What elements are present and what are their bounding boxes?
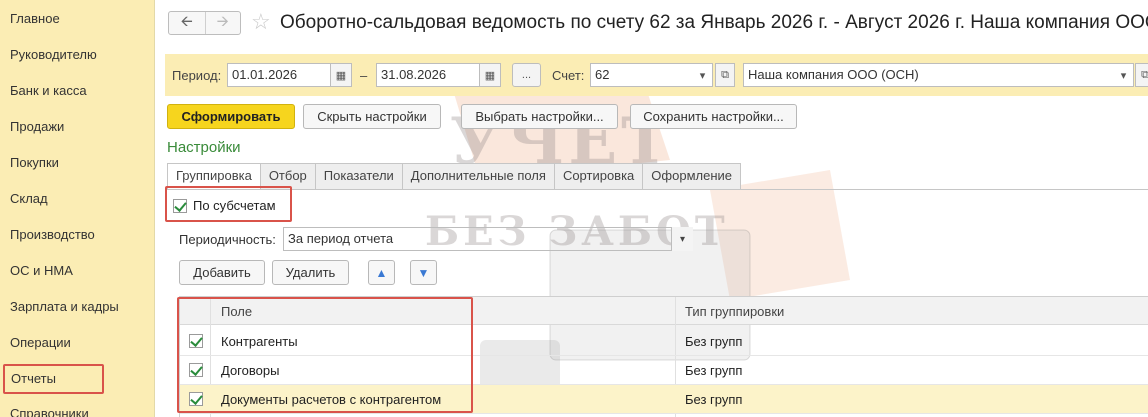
account-dropdown-icon[interactable]: ▾	[693, 63, 713, 87]
report-params-bar: Период: 01.01.2026 ▦ – 31.08.2026 ▦ ... …	[165, 54, 1148, 96]
sidebar-item-purchases[interactable]: Покупки	[10, 153, 59, 173]
arrow-down-icon: ▼	[417, 266, 430, 280]
back-arrow-icon[interactable]: 🡨	[169, 12, 205, 34]
period-select-button[interactable]: ...	[512, 63, 541, 87]
periodicity-dropdown-icon[interactable]: ▾	[671, 227, 693, 251]
highlight-grouping-fields	[177, 297, 473, 413]
period-label: Период:	[172, 68, 222, 83]
tab-indicators[interactable]: Показатели	[314, 163, 403, 189]
hide-settings-button[interactable]: Скрыть настройки	[303, 104, 441, 129]
open-organization-icon[interactable]: ⧉	[1135, 63, 1148, 87]
sidebar-item-production[interactable]: Производство	[10, 225, 95, 245]
move-up-button[interactable]: ▲	[368, 260, 395, 285]
row-grouping-type[interactable]: Без групп	[685, 392, 742, 407]
periodicity-label: Периодичность:	[179, 232, 276, 247]
add-button[interactable]: Добавить	[179, 260, 265, 285]
sidebar-item-sales[interactable]: Продажи	[10, 117, 64, 137]
period-dash: –	[360, 68, 368, 83]
account-field[interactable]: 62	[590, 63, 694, 87]
save-settings-button[interactable]: Сохранить настройки...	[630, 104, 797, 129]
row-grouping-type[interactable]: Без групп	[685, 334, 742, 349]
move-down-button[interactable]: ▼	[410, 260, 437, 285]
sidebar-item-directories[interactable]: Справочники	[10, 404, 89, 417]
delete-button[interactable]: Удалить	[272, 260, 349, 285]
main-area: УЧЕТ БЕЗ ЗАБОТ 🡨 🡪 ☆ Оборотно-сальдовая …	[155, 0, 1148, 417]
settings-title: Настройки	[167, 139, 241, 156]
sidebar-item-manager[interactable]: Руководителю	[10, 45, 97, 65]
choose-settings-button[interactable]: Выбрать настройки...	[461, 104, 618, 129]
tab-additional-fields[interactable]: Дополнительные поля	[401, 163, 555, 189]
generate-button[interactable]: Сформировать	[167, 104, 295, 129]
sidebar-item-main[interactable]: Главное	[10, 9, 60, 29]
title-bar: 🡨 🡪 ☆ Оборотно-сальдовая ведомость по сч…	[155, 0, 1148, 47]
organization-field[interactable]: Наша компания ООО (ОСН)	[743, 63, 1117, 87]
favorite-star-icon[interactable]: ☆	[251, 9, 271, 35]
row-grouping-type[interactable]: Без групп	[685, 363, 742, 378]
column-header-grouping-type[interactable]: Тип группировки	[685, 304, 784, 319]
calendar-icon[interactable]: ▦	[330, 63, 352, 87]
account-label: Счет:	[552, 68, 585, 83]
periodicity-select[interactable]: За период отчета	[283, 227, 693, 251]
organization-dropdown-icon[interactable]: ▾	[1114, 63, 1134, 87]
date-from-field[interactable]: 01.01.2026	[227, 63, 331, 87]
sidebar-item-warehouse[interactable]: Склад	[10, 189, 48, 209]
calendar-icon[interactable]: ▦	[479, 63, 501, 87]
sidebar-item-fixed-assets[interactable]: ОС и НМА	[10, 261, 73, 281]
tab-sorting[interactable]: Сортировка	[553, 163, 644, 189]
tab-appearance[interactable]: Оформление	[642, 163, 741, 189]
highlight-subaccounts	[165, 186, 292, 222]
open-account-icon[interactable]: ⧉	[715, 63, 735, 87]
sidebar-item-bank[interactable]: Банк и касса	[10, 81, 87, 101]
forward-arrow-icon[interactable]: 🡪	[204, 12, 241, 34]
arrow-up-icon: ▲	[375, 266, 388, 280]
tab-divider	[167, 189, 1148, 190]
sidebar: Главное Руководителю Банк и касса Продаж…	[0, 0, 155, 417]
page-title: Оборотно-сальдовая ведомость по счету 62…	[280, 12, 1148, 33]
nav-buttons: 🡨 🡪	[168, 11, 241, 35]
sidebar-item-operations[interactable]: Операции	[10, 333, 71, 353]
date-to-field[interactable]: 31.08.2026	[376, 63, 480, 87]
sidebar-item-salary[interactable]: Зарплата и кадры	[10, 297, 119, 317]
sidebar-item-reports[interactable]: Отчеты	[3, 364, 104, 394]
